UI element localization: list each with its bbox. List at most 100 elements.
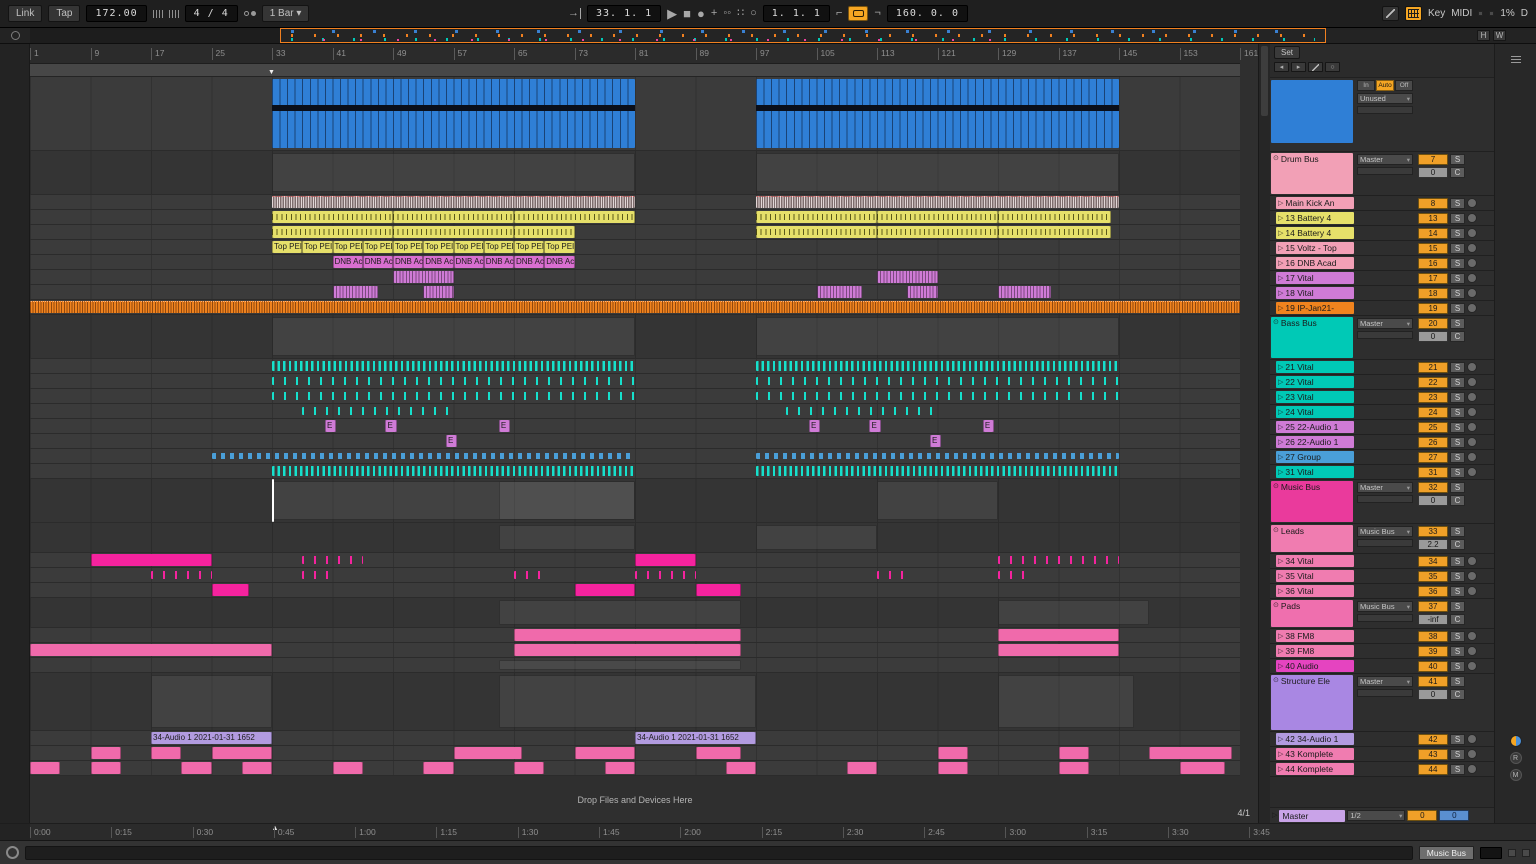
clip[interactable]: DNB Ac (453, 256, 484, 268)
clip[interactable] (272, 466, 635, 476)
master-track-header[interactable]: ▷ Master 1/2 ▾ 0 0 (1270, 807, 1494, 823)
clip[interactable] (635, 571, 696, 579)
group-fold-icon[interactable]: ⊙ (1273, 482, 1279, 491)
clip[interactable] (937, 747, 968, 759)
bar-ruler[interactable]: 1 9 17 25 33 41 49 57 65 73 81 89 97 105 113 121 129 137 1… (30, 44, 1258, 64)
group-fold-icon[interactable]: ⊙ (1273, 154, 1279, 163)
menu-icon[interactable] (1510, 56, 1521, 63)
output-channel-box[interactable] (1357, 167, 1413, 175)
automation-arm-icon[interactable]: ◦◦ (723, 8, 731, 19)
clip[interactable] (393, 211, 514, 223)
track-activator[interactable]: 17 (1418, 272, 1448, 284)
clip[interactable] (998, 600, 1150, 625)
clip[interactable] (514, 571, 545, 579)
clip[interactable]: E (498, 420, 511, 432)
draw-automation-icon[interactable] (1308, 62, 1323, 72)
track-header-36-vital[interactable]: ▷ 36 Vital 36 S (1270, 584, 1494, 599)
track-activator[interactable]: 23 (1418, 391, 1448, 403)
track-title[interactable]: ⊙ Music Bus (1270, 480, 1354, 523)
clip[interactable] (272, 392, 635, 400)
clip[interactable] (846, 762, 877, 774)
track-header-43-komplete[interactable]: ▷ 43 Komplete 43 S (1270, 747, 1494, 762)
arrangement-row-36-vital[interactable] (30, 583, 1240, 598)
arm-button[interactable] (1467, 437, 1477, 447)
solo-button[interactable]: S (1450, 287, 1465, 299)
arrangement-row-18-vital[interactable] (30, 285, 1240, 300)
volume-field[interactable]: 0 (1418, 330, 1448, 342)
clip[interactable] (756, 466, 1119, 476)
solo-button[interactable]: S (1450, 317, 1465, 329)
arrangement-row-17-vital[interactable] (30, 270, 1240, 285)
clip[interactable]: Top PEI (483, 241, 514, 253)
track-activator[interactable]: 32 (1418, 481, 1448, 493)
clip[interactable] (756, 525, 877, 550)
clip[interactable] (498, 481, 635, 520)
solo-button[interactable]: S (1450, 406, 1465, 418)
clip[interactable] (998, 226, 1112, 238)
clip[interactable] (272, 361, 635, 371)
track-header-34-vital[interactable]: ▷ 34 Vital 34 S (1270, 554, 1494, 569)
clip[interactable] (498, 675, 756, 728)
clip[interactable] (302, 571, 333, 579)
track-header-44-komplete[interactable]: ▷ 44 Komplete 44 S (1270, 762, 1494, 777)
clip[interactable]: DNB Ac (483, 256, 514, 268)
bar-number[interactable]: 129 (998, 48, 1016, 60)
back-to-arrangement-icon[interactable] (10, 31, 20, 40)
track-activator[interactable]: 37 (1418, 600, 1448, 612)
arrangement-row-42-34-audio-1[interactable]: 34-Audio 1 2021-01-31 1652 34-Audio 1 202… (30, 731, 1240, 746)
track-activator[interactable]: 21 (1418, 361, 1448, 373)
arrangement-row-main-kick-an[interactable] (30, 195, 1240, 210)
track-header-drum-bus[interactable]: ⊙ Drum Bus Master ▾ 7 S 0 C (1270, 152, 1494, 196)
insert-marker-icon[interactable]: ▼ (268, 68, 275, 77)
master-track-title[interactable]: Master (1279, 809, 1346, 822)
clip[interactable] (30, 644, 272, 656)
locator-next-icon[interactable]: ▸ (1291, 62, 1306, 72)
track-activator[interactable]: 19 (1418, 302, 1448, 314)
clip[interactable] (272, 211, 393, 223)
follow-icon[interactable]: → (568, 8, 581, 19)
solo-button[interactable]: S (1450, 585, 1465, 597)
track-title[interactable]: ▷ 21 Vital (1270, 360, 1354, 374)
clip[interactable]: DNB Ac (544, 256, 575, 268)
clip[interactable] (877, 226, 998, 238)
solo-button[interactable]: S (1450, 153, 1465, 165)
solo-button[interactable]: S (1450, 436, 1465, 448)
track-title[interactable]: ▷ 18 Vital (1270, 286, 1354, 300)
track-title[interactable]: ▷ 35 Vital (1270, 569, 1354, 583)
clip[interactable] (151, 747, 182, 759)
arm-button[interactable] (1467, 407, 1477, 417)
arrangement-overview[interactable]: H W (0, 28, 1536, 44)
track-title[interactable]: ⊙ Leads (1270, 524, 1354, 553)
track-title[interactable]: ⊙ Structure Ele (1270, 674, 1354, 731)
monitor-off-button[interactable]: Off (1395, 80, 1413, 91)
loop-start-field[interactable]: 1. 1. 1 (762, 5, 830, 22)
overdub-icon[interactable]: + (711, 8, 717, 19)
track-title[interactable]: ▷ 13 Battery 4 (1270, 211, 1354, 225)
arrangement-row-16-dnb-acad[interactable]: DNB Ac DNB Ac DNB Ac DNB Ac DNB Ac DNB Ac DNB … (30, 255, 1240, 270)
track-title[interactable]: ▷ 25 22-Audio 1 (1270, 420, 1354, 434)
solo-button[interactable]: S (1450, 376, 1465, 388)
clip[interactable] (90, 554, 212, 566)
track-activator[interactable]: 8 (1418, 197, 1448, 209)
solo-button[interactable]: S (1450, 481, 1465, 493)
output-channel-box[interactable] (1357, 614, 1413, 622)
track-activator[interactable]: 13 (1418, 212, 1448, 224)
track-title[interactable]: ▷ 24 Vital (1270, 405, 1354, 419)
optimize-height-button[interactable]: H (1477, 30, 1490, 41)
clip[interactable]: Top PEI (332, 241, 363, 253)
clip[interactable] (453, 747, 522, 759)
monitor-toggle[interactable]: In Auto Off (1357, 80, 1413, 91)
vertical-scrollbar[interactable] (1258, 44, 1270, 823)
track-activator[interactable]: 15 (1418, 242, 1448, 254)
output-routing-select[interactable]: Master ▾ (1357, 482, 1413, 493)
solo-button[interactable]: S (1450, 570, 1465, 582)
metronome-icon[interactable] (243, 11, 256, 16)
track-title[interactable]: ▷ 38 FM8 (1270, 629, 1354, 643)
arrangement-position-field[interactable]: 33. 1. 1 (586, 5, 662, 22)
arm-button[interactable] (1467, 392, 1477, 402)
mixer-toggle-icon[interactable]: M (1509, 769, 1522, 781)
clip[interactable] (423, 286, 454, 298)
clip[interactable]: Top PEI (453, 241, 484, 253)
clip[interactable]: E (385, 420, 397, 432)
bar-number[interactable]: 73 (574, 48, 588, 60)
